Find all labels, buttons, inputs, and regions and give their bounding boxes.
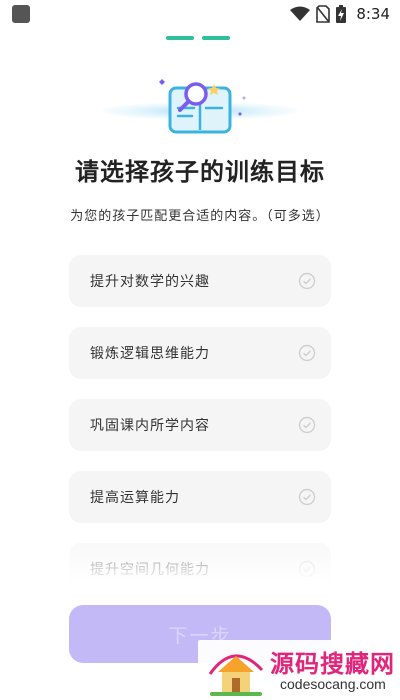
page-subtitle: 为您的孩子匹配更合适的内容。（可多选） (70, 209, 330, 224)
goal-options-list[interactable]: 提升对数学的兴趣 锻炼逻辑思维能力 巩固课内所学内容 提高运算能力 提升空间几何… (69, 255, 331, 580)
check-circle-icon (298, 560, 316, 578)
goal-option-label: 锻炼逻辑思维能力 (90, 346, 210, 362)
goal-option-label: 提升空间几何能力 (90, 562, 210, 578)
goal-option[interactable]: 巩固课内所学内容 (69, 399, 331, 451)
clock: 8:34 (356, 5, 390, 23)
status-bar: 8:34 (0, 0, 400, 28)
check-circle-icon (298, 488, 316, 506)
page-indicator (166, 36, 230, 40)
battery-charging-icon (336, 5, 347, 23)
goal-option[interactable]: 锻炼逻辑思维能力 (69, 327, 331, 379)
page-indicator-dot (202, 36, 230, 40)
status-icons: 8:34 (290, 4, 390, 24)
house-logo-icon (208, 654, 264, 696)
app-notification-icon (12, 5, 30, 23)
goal-option-label: 提高运算能力 (90, 490, 180, 506)
check-circle-icon (298, 416, 316, 434)
book-magnifier-icon (159, 79, 246, 134)
watermark-url: codesocang.com (280, 676, 386, 692)
page-title: 请选择孩子的训练目标 (75, 158, 325, 186)
watermark: 源码搜藏网 codesocang.com (198, 640, 400, 700)
goal-option[interactable]: 提高运算能力 (69, 471, 331, 523)
watermark-title: 源码搜藏网 (270, 650, 395, 678)
goal-option[interactable]: 提升对数学的兴趣 (69, 255, 331, 307)
wifi-icon (290, 6, 311, 21)
check-circle-icon (298, 272, 316, 290)
goal-option-label: 提升对数学的兴趣 (90, 274, 210, 290)
goal-option[interactable]: 提升空间几何能力 (69, 543, 331, 580)
page-indicator-dot (166, 36, 194, 40)
goal-option-label: 巩固课内所学内容 (90, 418, 210, 434)
no-sim-icon (316, 5, 331, 23)
check-circle-icon (298, 344, 316, 362)
hero-illustration (90, 70, 310, 150)
